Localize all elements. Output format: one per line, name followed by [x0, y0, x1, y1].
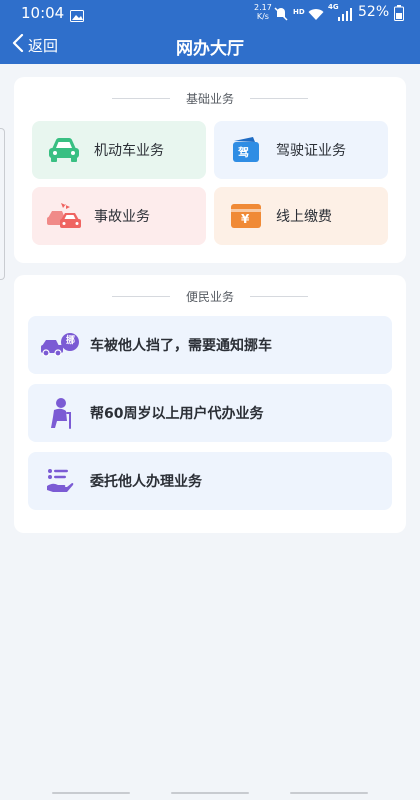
- payment-service-tile[interactable]: ¥ 线上缴费: [214, 187, 388, 245]
- battery-icon: [394, 5, 404, 25]
- signal-icon: [338, 6, 352, 25]
- section-header: 基础业务: [14, 89, 406, 107]
- accident-service-tile[interactable]: 事故业务: [32, 187, 206, 245]
- license-service-tile[interactable]: 驾 驾驶证业务: [214, 121, 388, 179]
- car-icon: [46, 134, 82, 166]
- header: 返回 网办大厅: [0, 26, 420, 64]
- mute-icon: [274, 6, 288, 25]
- vehicle-service-tile[interactable]: 机动车业务: [32, 121, 206, 179]
- basic-services-card: 基础业务 机动车业务 驾 驾驶证业务 事故业务 ¥ 线上缴费: [14, 77, 406, 263]
- section-header: 便民业务: [14, 287, 406, 305]
- move-car-row[interactable]: 挪 车被他人挡了，需要通知挪车: [28, 316, 392, 374]
- top-bar: 10:04 2.17 K/s HD 4G 52% 返回 网办大厅: [0, 0, 420, 64]
- side-drawer-handle[interactable]: [0, 128, 5, 280]
- gallery-notification-icon: [70, 7, 84, 26]
- license-icon: 驾: [228, 134, 264, 166]
- tile-label: 线上缴费: [276, 209, 332, 225]
- divider: [250, 97, 308, 99]
- wifi-icon: [308, 6, 324, 25]
- tile-label: 机动车业务: [94, 143, 164, 159]
- nav-back-handle[interactable]: [290, 792, 368, 794]
- status-time: 10:04: [21, 4, 65, 22]
- delegate-row[interactable]: 委托他人办理业务: [28, 452, 392, 510]
- nav-recents-handle[interactable]: [52, 792, 130, 794]
- payment-icon: ¥: [228, 200, 264, 232]
- divider: [250, 295, 308, 297]
- section-title: 基础业务: [185, 91, 234, 106]
- section-title: 便民业务: [185, 289, 234, 304]
- tile-label: 驾驶证业务: [276, 143, 346, 159]
- divider: [111, 295, 170, 297]
- accident-icon: [46, 200, 82, 232]
- system-nav-bar: [0, 788, 420, 800]
- tile-label: 事故业务: [94, 209, 150, 225]
- hd-indicator: HD: [293, 8, 305, 16]
- row-label: 车被他人挡了，需要通知挪车: [90, 338, 272, 354]
- elderly-icon: [40, 396, 80, 430]
- battery-level: 52%: [358, 4, 390, 20]
- elderly-proxy-row[interactable]: 帮60周岁以上用户代办业务: [28, 384, 392, 442]
- row-label: 帮60周岁以上用户代办业务: [90, 406, 264, 422]
- page-title: 网办大厅: [176, 39, 244, 59]
- row-label: 委托他人办理业务: [90, 474, 202, 490]
- status-bar: 10:04 2.17 K/s HD 4G 52%: [0, 0, 420, 26]
- delegate-icon: [40, 464, 80, 498]
- convenience-services-card: 便民业务 挪 车被他人挡了，需要通知挪车 帮60周岁以上用户代办业务 委托他人办…: [14, 275, 406, 533]
- move-car-icon: 挪: [40, 328, 80, 362]
- divider: [111, 97, 170, 99]
- nav-home-handle[interactable]: [171, 792, 249, 794]
- network-speed: 2.17 K/s: [254, 3, 272, 21]
